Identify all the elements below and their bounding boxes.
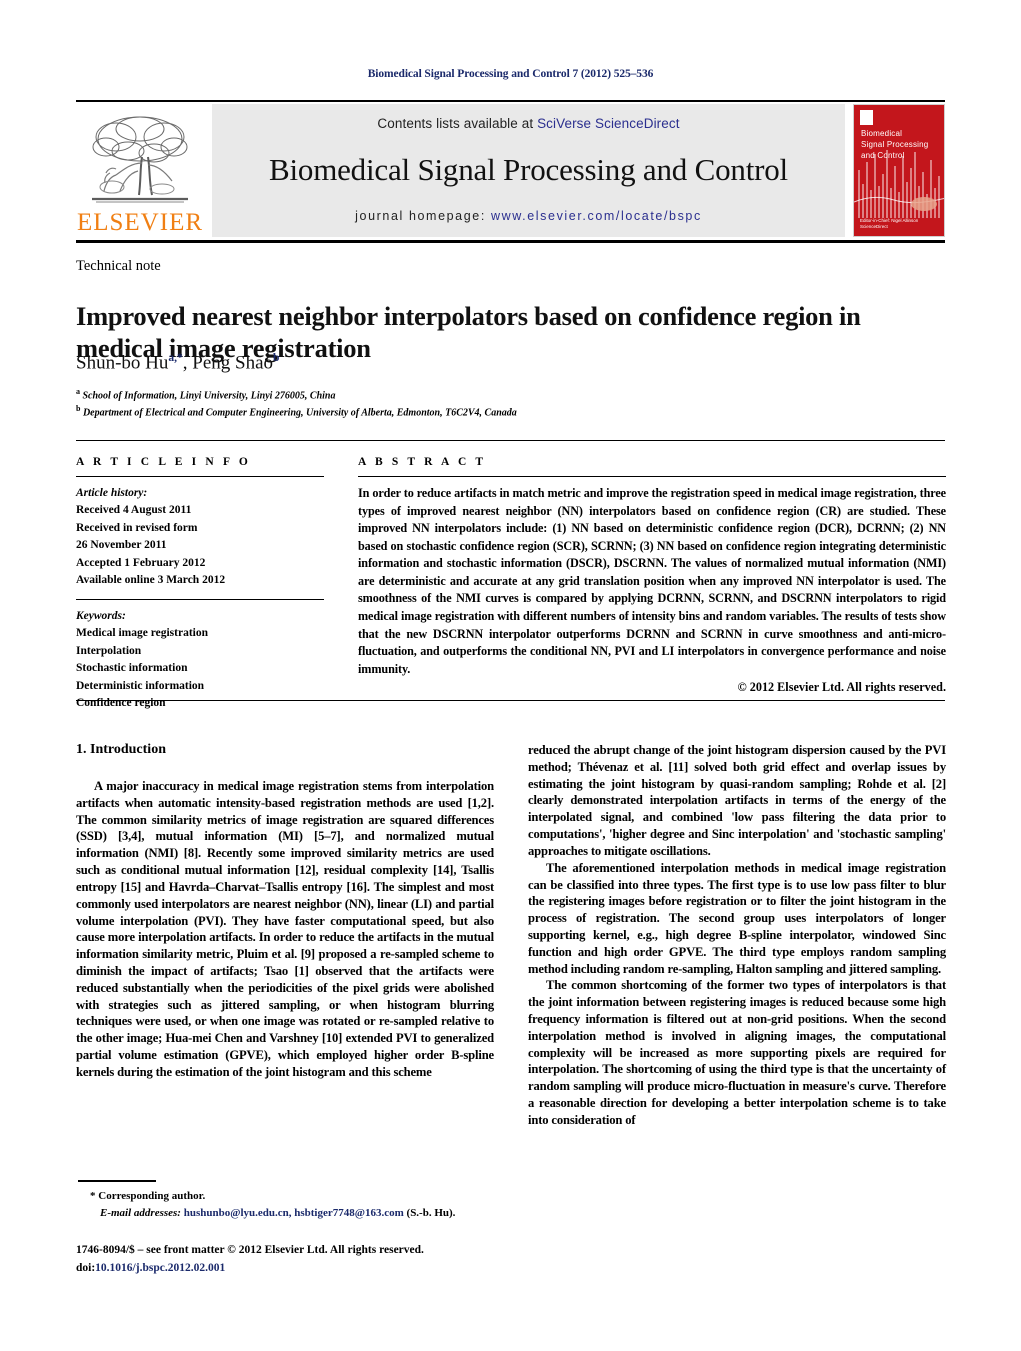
history-item: Accepted 1 February 2012	[76, 556, 206, 569]
affiliations: a School of Information, Linyi Universit…	[76, 386, 896, 421]
contents-prefix: Contents lists available at	[377, 116, 538, 131]
history-item: Received 4 August 2011	[76, 504, 192, 517]
masthead-center: Contents lists available at SciVerse Sci…	[212, 104, 845, 237]
cover-title-line1: Biomedical	[861, 129, 903, 138]
info-band-bottom-rule	[76, 700, 945, 701]
homepage-prefix: journal homepage:	[355, 209, 491, 223]
body-paragraph: reduced the abrupt change of the joint h…	[528, 743, 946, 858]
cover-footer: Editor-in-Chief: Nigel Allinson ScienceD…	[860, 218, 918, 232]
affiliation-b-text: Department of Electrical and Computer En…	[82, 407, 517, 419]
email-suffix: (S.-b. Hu).	[403, 1206, 456, 1219]
cover-waveform-icon	[854, 150, 944, 218]
body-column-left: 1. Introduction A major inaccuracy in me…	[76, 742, 494, 1081]
abstract-rule	[358, 476, 946, 477]
corresponding-author-note: * Corresponding author.	[90, 1190, 206, 1202]
article-info-rule-1	[76, 476, 324, 477]
article-history-label: Article history:	[76, 487, 148, 499]
journal-homepage-line: journal homepage: www.elsevier.com/locat…	[355, 209, 702, 223]
affiliation-b: b Department of Electrical and Computer …	[76, 404, 517, 419]
elsevier-logo: ELSEVIER	[76, 104, 204, 237]
history-item: Received in revised form	[76, 521, 198, 534]
author-list: Shun-bo Hua,*, Peng Shaob	[76, 352, 280, 374]
body-paragraph: The common shortcoming of the former two…	[528, 978, 946, 1127]
abstract-column: A B S T R A C T In order to reduce artif…	[358, 456, 946, 695]
journal-masthead: ELSEVIER Contents lists available at Sci…	[76, 104, 945, 237]
keywords-block: Keywords: Medical image registration Int…	[76, 608, 324, 713]
masthead-top-rule	[76, 100, 945, 102]
cover-foot-line2: ScienceDirect	[860, 224, 888, 230]
keywords-label: Keywords:	[76, 609, 126, 622]
email-label: E-mail addresses:	[100, 1206, 181, 1219]
article-type: Technical note	[76, 258, 161, 274]
history-item: 26 November 2011	[76, 539, 167, 552]
homepage-url-link[interactable]: www.elsevier.com/locate/bspc	[491, 209, 702, 223]
journal-cover-thumbnail: Biomedical Signal Processing and Control	[853, 104, 945, 237]
email-addresses-link[interactable]: hushunbo@lyu.edu.cn, hsbtiger7748@163.co…	[184, 1207, 404, 1219]
doi-link[interactable]: 10.1016/j.bspc.2012.02.001	[95, 1262, 225, 1274]
keyword-item: Deterministic information	[76, 679, 205, 692]
issn-block: 1746-8094/$ – see front matter © 2012 El…	[76, 1242, 506, 1278]
cover-elsevier-mark-icon	[860, 110, 873, 125]
article-info-rule-2	[76, 598, 324, 600]
footnote-rule	[78, 1180, 156, 1182]
keyword-item: Interpolation	[76, 644, 142, 657]
article-info-column: A R T I C L E I N F O Article history: R…	[76, 456, 324, 713]
abstract-copyright: © 2012 Elsevier Ltd. All rights reserved…	[737, 680, 946, 695]
journal-title: Biomedical Signal Processing and Control	[269, 152, 788, 187]
contents-available-line: Contents lists available at SciVerse Sci…	[377, 116, 679, 131]
running-head: Biomedical Signal Processing and Control…	[367, 68, 654, 80]
paper-page: Biomedical Signal Processing and Control…	[0, 0, 1021, 1351]
elsevier-wordmark: ELSEVIER	[76, 209, 204, 236]
cover-foot-line1: Editor-in-Chief: Nigel Allinson	[860, 217, 919, 223]
history-item: Available online 3 March 2012	[76, 574, 226, 587]
doi-line: doi:10.1016/j.bspc.2012.02.001	[76, 1260, 506, 1278]
body-paragraph: The aforementioned interpolation methods…	[528, 860, 946, 976]
body-paragraph: A major inaccuracy in medical image regi…	[76, 779, 494, 1079]
affiliation-a: a School of Information, Linyi Universit…	[76, 387, 336, 402]
front-matter-line: 1746-8094/$ – see front matter © 2012 El…	[76, 1244, 424, 1256]
affiliation-a-text: School of Information, Linyi University,…	[82, 390, 336, 402]
abstract-heading: A B S T R A C T	[358, 456, 487, 468]
body-column-right: reduced the abrupt change of the joint h…	[528, 742, 946, 1129]
doi-label: doi:	[76, 1261, 96, 1274]
masthead-bottom-rule	[76, 240, 945, 243]
footnote-block: * Corresponding author. E-mail addresses…	[76, 1188, 506, 1221]
keyword-item: Stochastic information	[76, 662, 188, 675]
info-band-top-rule	[76, 440, 945, 441]
article-info-heading: A R T I C L E I N F O	[76, 456, 251, 468]
sciencedirect-link[interactable]: SciVerse ScienceDirect	[537, 116, 680, 131]
abstract-text: In order to reduce artifacts in match me…	[358, 486, 946, 676]
email-line: E-mail addresses: hushunbo@lyu.edu.cn, h…	[76, 1205, 506, 1222]
section-heading-introduction: 1. Introduction	[76, 742, 166, 757]
article-history-block: Article history: Received 4 August 2011 …	[76, 485, 324, 590]
elsevier-tree-icon	[86, 111, 194, 209]
keyword-item: Confidence region	[76, 697, 166, 710]
keyword-item: Medical image registration	[76, 627, 209, 640]
